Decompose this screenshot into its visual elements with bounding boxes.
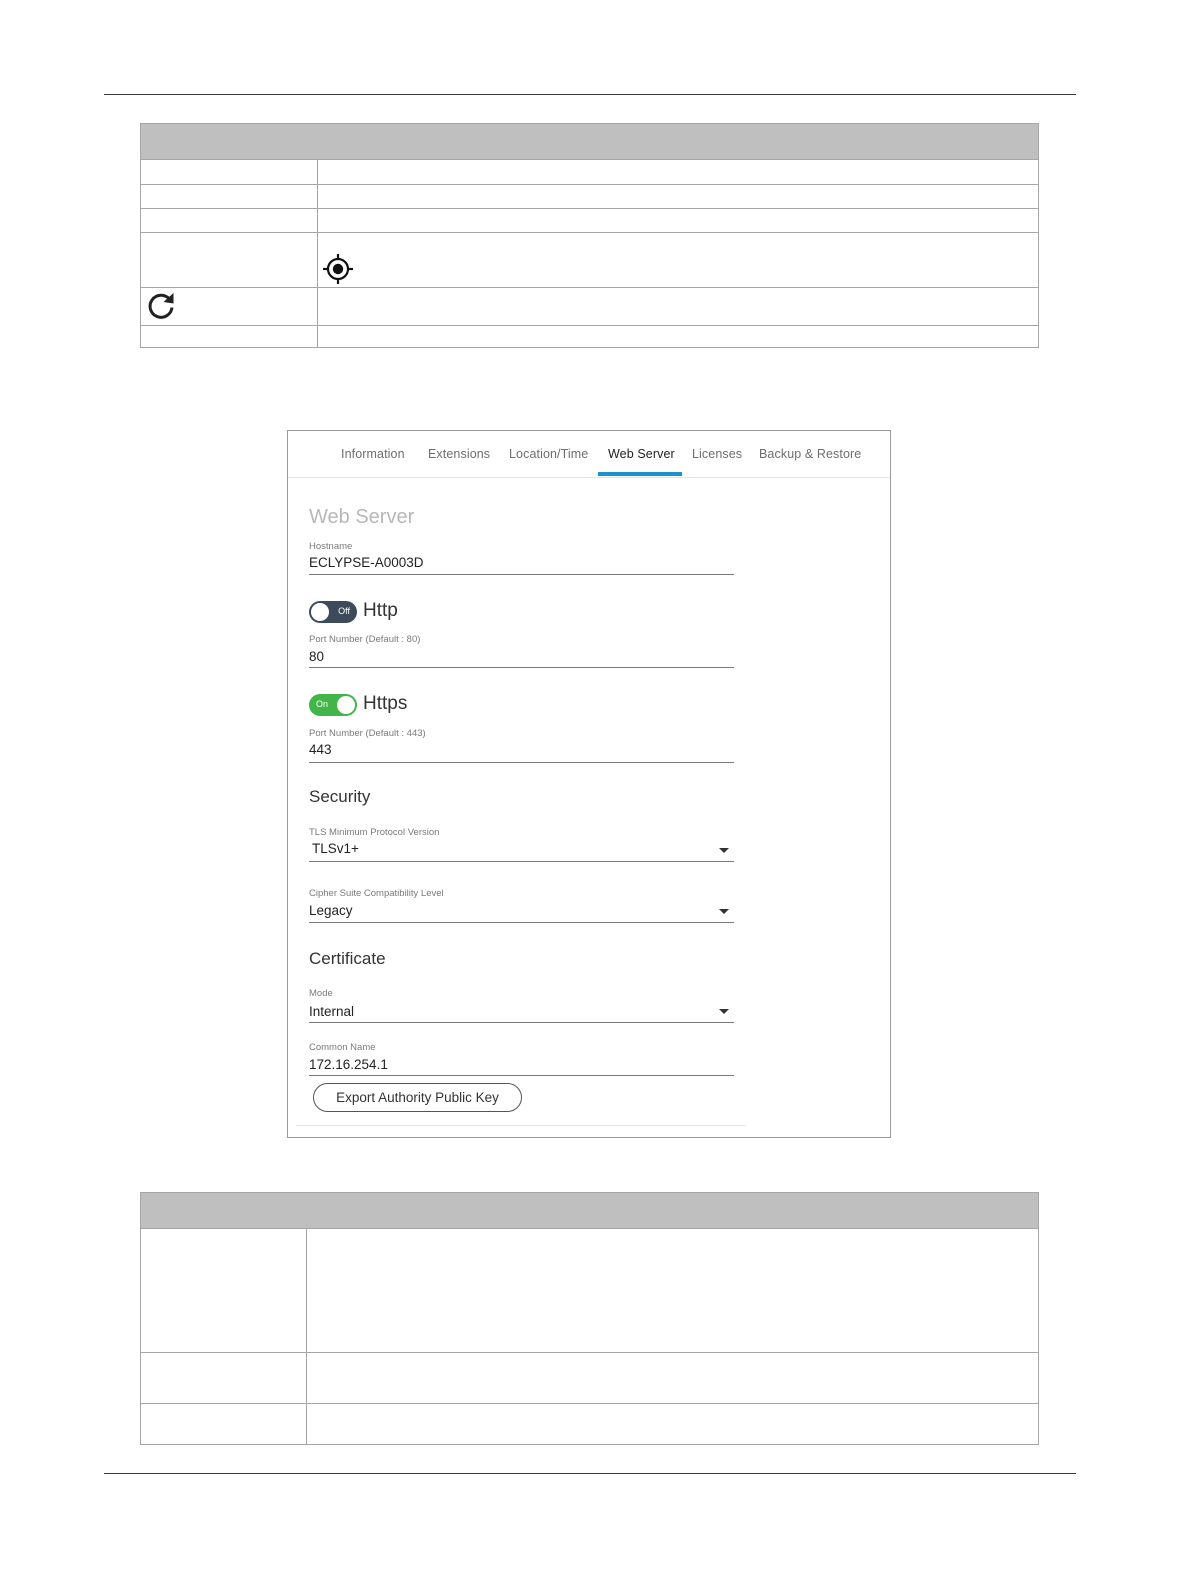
https-toggle-label: On [316,699,329,709]
tls-select[interactable]: TLSv1+ [312,841,359,856]
table-row [141,1403,1038,1444]
chevron-down-icon[interactable] [719,1009,729,1014]
common-name-label: Common Name [309,1042,376,1053]
http-port-field[interactable]: 80 [309,649,324,664]
certificate-heading: Certificate [309,949,386,968]
https-port-field[interactable]: 443 [309,742,332,757]
tls-underline [309,861,734,862]
tab-licenses[interactable]: Licenses [692,447,742,461]
cipher-select[interactable]: Legacy [309,903,353,918]
table-row [141,1229,1038,1352]
tab-bar: Information Extensions Location/Time Web… [288,431,890,478]
http-toggle-label: Off [338,606,350,616]
top-table [140,123,1039,348]
mode-label: Mode [309,988,333,999]
table-row [141,1352,1038,1403]
tls-label: TLS Minimum Protocol Version [309,827,440,838]
cipher-label: Cipher Suite Compatibility Level [309,888,444,899]
web-server-panel: Information Extensions Location/Time Web… [287,430,891,1138]
mode-select[interactable]: Internal [309,1004,354,1019]
hostname-label: Hostname [309,541,353,552]
refresh-icon [145,290,177,327]
divider [296,1125,746,1126]
common-name-underline [309,1075,734,1076]
tab-web-server[interactable]: Web Server [608,447,675,461]
chevron-down-icon[interactable] [719,848,729,853]
table-row [141,208,1038,232]
header-rule [104,94,1076,95]
http-title: Http [363,600,398,621]
tab-information[interactable]: Information [341,447,405,461]
http-port-label: Port Number (Default : 80) [309,634,421,645]
table-header [141,124,1038,160]
table-row [141,325,1038,347]
http-toggle[interactable]: Off [309,601,357,623]
https-toggle[interactable]: On [309,694,357,716]
table-row [141,232,1038,287]
tab-backup-restore[interactable]: Backup & Restore [759,447,861,461]
table-header [141,1193,1038,1229]
bottom-table [140,1192,1039,1445]
https-port-underline [309,762,734,763]
table-row [141,287,1038,325]
table-row [141,184,1038,208]
common-name-field[interactable]: 172.16.254.1 [309,1057,388,1072]
https-port-label: Port Number (Default : 443) [309,728,426,739]
hostname-underline [309,574,734,575]
tab-extensions[interactable]: Extensions [428,447,490,461]
https-title: Https [363,693,408,714]
security-heading: Security [309,787,371,806]
toggle-knob [337,696,355,714]
crosshair-target-icon [322,253,354,290]
cipher-underline [309,922,734,923]
page-title: Web Server [309,506,415,528]
export-authority-public-key-button[interactable]: Export Authority Public Key [313,1083,522,1112]
table-row [141,160,1038,184]
tab-location-time[interactable]: Location/Time [509,447,588,461]
active-tab-indicator [598,472,682,476]
http-port-underline [309,667,734,668]
footer-rule [104,1473,1076,1474]
mode-underline [309,1022,734,1023]
hostname-field[interactable]: ECLYPSE-A0003D [309,555,424,570]
toggle-knob [311,603,329,621]
chevron-down-icon[interactable] [719,909,729,914]
